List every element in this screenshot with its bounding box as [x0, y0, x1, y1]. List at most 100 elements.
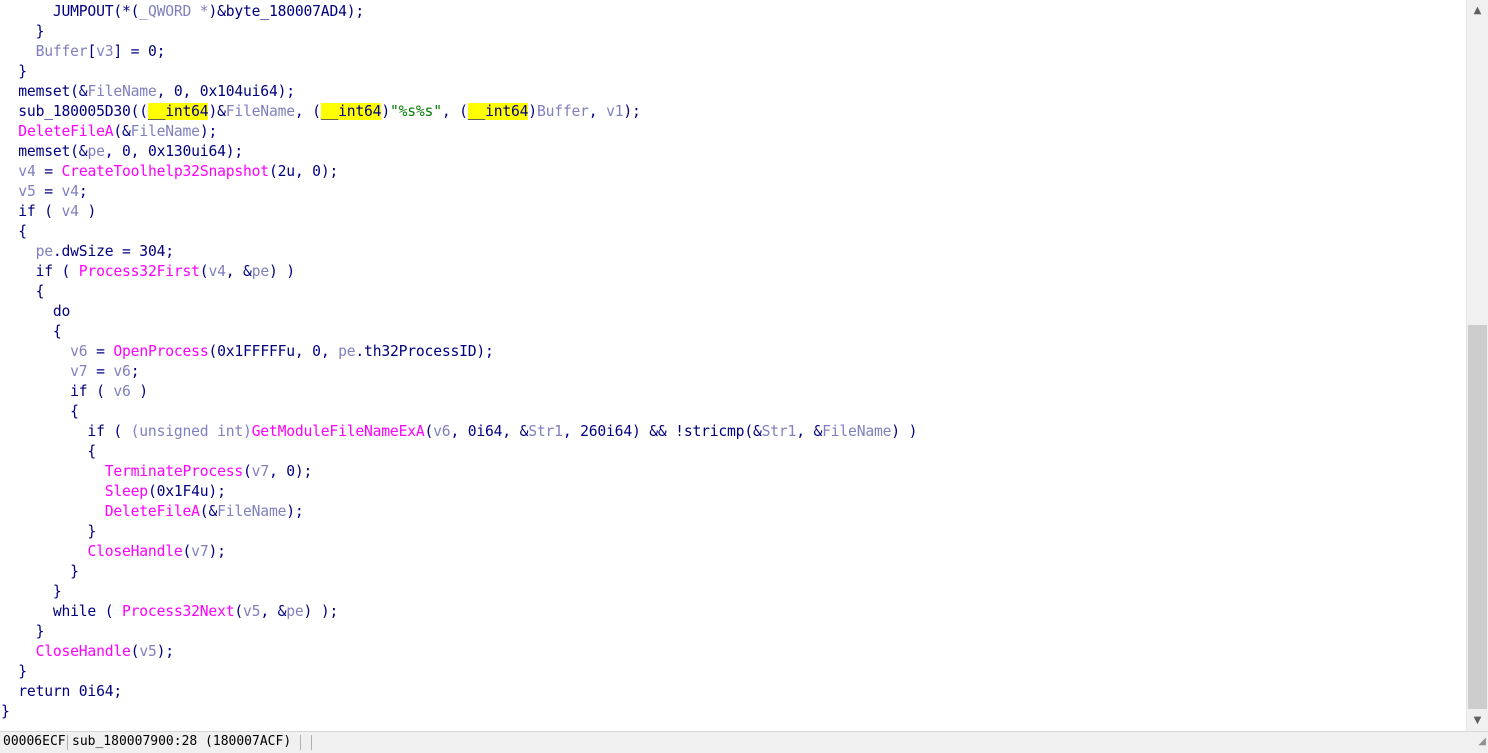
code-line[interactable]: do [1, 302, 917, 322]
identifier-token[interactable]: pe [87, 143, 105, 160]
code-line[interactable]: v5 = v4; [1, 182, 917, 202]
identifier-token[interactable]: v7 [252, 463, 270, 480]
pseudocode-view[interactable]: JUMPOUT(*(_QWORD *)&byte_180007AD4); } B… [0, 0, 1466, 731]
code-line[interactable]: Sleep(0x1F4u); [1, 482, 917, 502]
code-line[interactable]: v7 = v6; [1, 362, 917, 382]
function-name-token[interactable]: TerminateProcess [105, 463, 243, 480]
identifier-token[interactable]: Str1 [762, 423, 797, 440]
identifier-token[interactable]: v7 [191, 543, 209, 560]
identifier-token[interactable]: Buffer [537, 103, 589, 120]
identifier-token[interactable]: FileName [822, 423, 891, 440]
highlighted-type-token[interactable]: __int64 [467, 103, 528, 120]
identifier-token[interactable]: pe [36, 243, 54, 260]
code-line[interactable]: TerminateProcess(v7, 0); [1, 462, 917, 482]
identifier-token[interactable]: (unsigned int) [131, 423, 252, 440]
pseudocode-listing[interactable]: JUMPOUT(*(_QWORD *)&byte_180007AD4); } B… [1, 2, 917, 722]
identifier-token[interactable]: v6 [113, 363, 131, 380]
code-line[interactable]: } [1, 702, 917, 722]
function-name-token[interactable]: Sleep [105, 483, 148, 500]
code-line[interactable]: JUMPOUT(*(_QWORD *)&byte_180007AD4); [1, 2, 917, 22]
identifier-token[interactable]: v7 [70, 363, 88, 380]
identifier-token[interactable]: v4 [62, 183, 80, 200]
code-line[interactable]: DeleteFileA(&FileName); [1, 502, 917, 522]
code-line[interactable]: while ( Process32Next(v5, &pe) ); [1, 602, 917, 622]
identifier-token[interactable]: FileName [226, 103, 295, 120]
code-line[interactable]: } [1, 622, 917, 642]
function-name-token[interactable]: DeleteFileA [18, 123, 113, 140]
scrollbar-thumb[interactable] [1468, 325, 1487, 709]
identifier-token[interactable]: v5 [243, 603, 261, 620]
identifier-token[interactable]: v3 [96, 43, 114, 60]
function-name-token[interactable]: OpenProcess [113, 343, 208, 360]
code-line[interactable]: v4 = CreateToolhelp32Snapshot(2u, 0); [1, 162, 917, 182]
string-literal-token[interactable]: "%s%s" [390, 103, 442, 120]
code-text: ) [528, 103, 537, 120]
function-name-token[interactable]: DeleteFileA [105, 503, 200, 520]
identifier-token[interactable]: v4 [18, 163, 36, 180]
code-line[interactable]: { [1, 402, 917, 422]
highlighted-type-token[interactable]: __int64 [320, 103, 382, 120]
identifier-token[interactable]: v6 [113, 383, 131, 400]
identifier-token[interactable]: FileName [217, 503, 286, 520]
code-text: } [1, 623, 45, 640]
code-line[interactable]: return 0i64; [1, 682, 917, 702]
identifier-token[interactable]: Str1 [528, 423, 563, 440]
identifier-token[interactable]: FileName [131, 123, 200, 140]
code-line[interactable]: memset(&pe, 0, 0x130ui64); [1, 142, 917, 162]
function-name-token[interactable]: Process32Next [122, 603, 235, 620]
code-text: ( [243, 463, 252, 480]
code-line[interactable]: } [1, 22, 917, 42]
identifier-token[interactable]: v6 [70, 343, 88, 360]
identifier-token[interactable]: pe [338, 343, 356, 360]
resize-grip-icon[interactable]: ◢ [1472, 734, 1486, 750]
function-name-token[interactable]: CreateToolhelp32Snapshot [62, 163, 270, 180]
function-name-token[interactable]: GetModuleFileNameExA [252, 423, 425, 440]
code-line[interactable]: CloseHandle(v7); [1, 542, 917, 562]
identifier-token[interactable]: v5 [18, 183, 36, 200]
code-line[interactable]: if ( v4 ) [1, 202, 917, 222]
code-text: = [87, 343, 114, 360]
vertical-scrollbar[interactable]: ▲ ▼ [1466, 0, 1488, 731]
identifier-token[interactable]: v1 [606, 103, 624, 120]
code-line[interactable]: CloseHandle(v5); [1, 642, 917, 662]
code-text: ( [234, 603, 244, 620]
function-name-token[interactable]: Process32First [79, 263, 200, 280]
code-text: , 0, 0x104ui64); [156, 83, 295, 100]
code-line[interactable]: if ( Process32First(v4, &pe) ) [1, 262, 917, 282]
status-separator [311, 735, 312, 750]
scroll-up-arrow-icon[interactable]: ▲ [1467, 0, 1488, 21]
identifier-token[interactable]: v6 [433, 423, 451, 440]
function-name-token[interactable]: CloseHandle [36, 643, 131, 660]
highlighted-type-token[interactable]: __int64 [147, 103, 209, 120]
code-text: ) [381, 103, 390, 120]
code-line[interactable]: Buffer[v3] = 0; [1, 42, 917, 62]
identifier-token[interactable]: pe [286, 603, 304, 620]
code-line[interactable]: if ( v6 ) [1, 382, 917, 402]
scroll-down-arrow-icon[interactable]: ▼ [1467, 710, 1488, 731]
code-line[interactable]: } [1, 562, 917, 582]
code-line[interactable]: sub_180005D30((__int64)&FileName, (__int… [1, 102, 917, 122]
code-line[interactable]: } [1, 582, 917, 602]
code-line[interactable]: pe.dwSize = 304; [1, 242, 917, 262]
identifier-token[interactable]: pe [252, 263, 270, 280]
code-line[interactable]: { [1, 222, 917, 242]
code-line[interactable]: } [1, 662, 917, 682]
code-line[interactable]: { [1, 322, 917, 342]
code-line[interactable]: { [1, 282, 917, 302]
code-line[interactable]: if ( (unsigned int)GetModuleFileNameExA(… [1, 422, 917, 442]
identifier-token[interactable]: v4 [62, 203, 80, 220]
identifier-token[interactable]: v5 [139, 643, 157, 660]
code-line[interactable]: v6 = OpenProcess(0x1FFFFFu, 0, pe.th32Pr… [1, 342, 917, 362]
code-line[interactable]: DeleteFileA(&FileName); [1, 122, 917, 142]
code-line[interactable]: { [1, 442, 917, 462]
code-text: = [35, 163, 62, 180]
identifier-token[interactable]: Buffer [36, 43, 88, 60]
identifier-token[interactable]: _QWORD * [139, 3, 208, 20]
function-name-token[interactable]: CloseHandle [87, 543, 182, 560]
code-line[interactable]: } [1, 62, 917, 82]
code-line[interactable]: } [1, 522, 917, 542]
code-line[interactable]: memset(&FileName, 0, 0x104ui64); [1, 82, 917, 102]
identifier-token[interactable]: v4 [208, 263, 226, 280]
identifier-token[interactable]: FileName [87, 83, 156, 100]
